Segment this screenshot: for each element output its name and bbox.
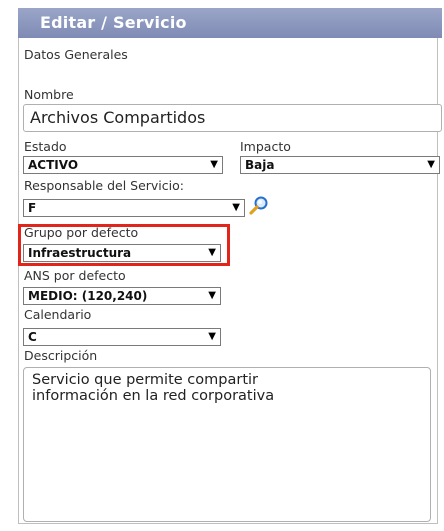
chevron-down-icon: ▼ — [210, 159, 218, 170]
window-title: Editar / Servicio — [18, 8, 442, 38]
calendario-value: C — [28, 330, 37, 344]
impacto-label: Impacto — [240, 139, 291, 154]
descripcion-textarea[interactable]: Servicio que permite compartir informaci… — [23, 367, 431, 522]
grupo-label: Grupo por defecto — [24, 225, 139, 240]
search-icon[interactable] — [248, 195, 270, 215]
responsable-label: Responsable del Servicio: — [24, 178, 184, 193]
estado-label: Estado — [24, 139, 67, 154]
nombre-label: Nombre — [24, 87, 74, 102]
chevron-down-icon: ▼ — [208, 247, 216, 258]
grupo-select[interactable]: Infraestructura ▼ — [23, 244, 221, 262]
nombre-input[interactable]: Archivos Compartidos — [23, 104, 442, 132]
ans-label: ANS por defecto — [24, 268, 126, 283]
estado-value: ACTIVO — [28, 158, 79, 172]
calendario-label: Calendario — [24, 307, 92, 322]
chevron-down-icon: ▼ — [427, 159, 435, 170]
section-heading: Datos Generales — [24, 47, 128, 62]
calendario-select[interactable]: C ▼ — [23, 328, 221, 346]
ans-select[interactable]: MEDIO: (120,240) ▼ — [23, 287, 221, 305]
chevron-down-icon: ▼ — [208, 290, 216, 301]
estado-select[interactable]: ACTIVO ▼ — [23, 156, 223, 174]
descripcion-label: Descripción — [24, 348, 98, 363]
responsable-value: F — [28, 201, 37, 215]
chevron-down-icon: ▼ — [232, 202, 240, 213]
responsable-select[interactable]: F ▼ — [23, 199, 245, 217]
chevron-down-icon: ▼ — [208, 331, 216, 342]
ans-value: MEDIO: (120,240) — [28, 289, 148, 303]
grupo-value: Infraestructura — [28, 246, 132, 260]
edit-service-window: Editar / Servicio Datos Generales Nombre… — [0, 0, 444, 531]
impacto-value: Baja — [245, 158, 275, 172]
impacto-select[interactable]: Baja ▼ — [240, 156, 440, 174]
